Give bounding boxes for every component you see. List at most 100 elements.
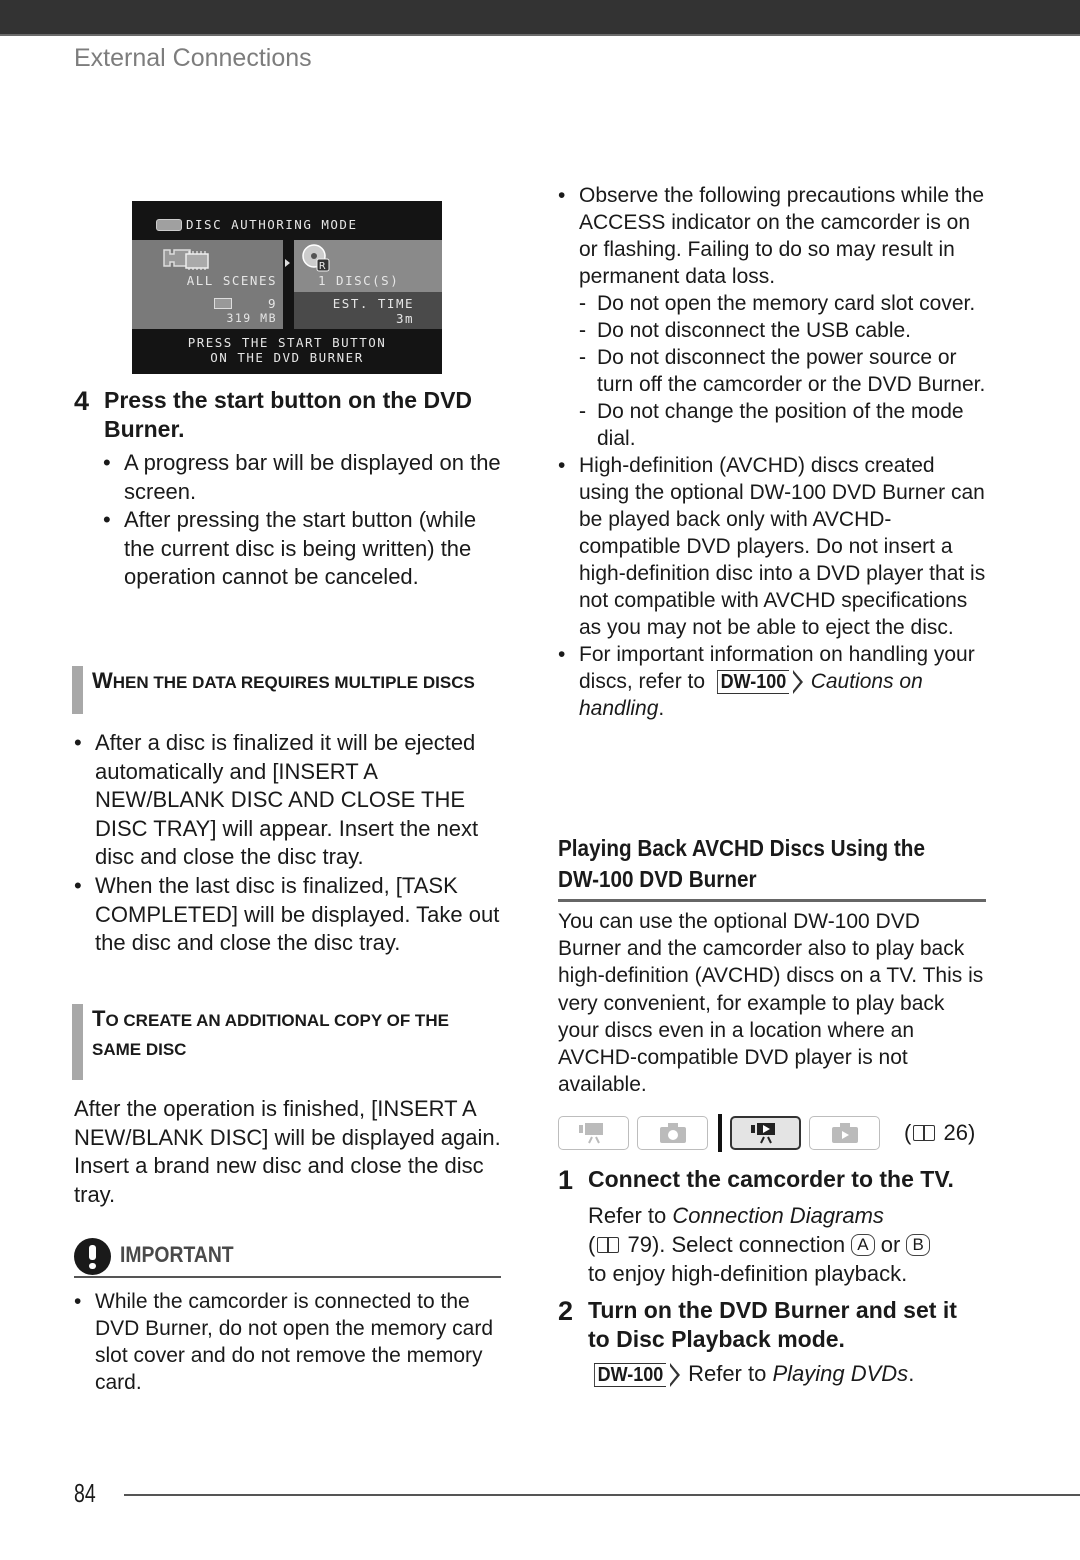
badge-label: DW-100 [716,670,789,695]
lcd-est-time-label: EST. TIME [332,296,414,311]
lcd-disc-count: 1 DISC(S) [318,273,400,288]
bullet-item: For important information on handling yo… [558,641,986,722]
precaution-item: -Do not disconnect the power source or t… [579,344,986,398]
dvd-r-disc-icon: R [302,244,330,272]
movie-playback-mode [730,1116,801,1150]
lcd-instruction-line2: ON THE DVD BURNER [210,350,364,365]
precaution-text: Do not disconnect the USB cable. [597,319,912,342]
lcd-source-label: ALL SCENES [186,273,277,288]
book-icon [597,1237,620,1253]
heading-line2: DW-100 DVD Burner [558,866,757,892]
photo-playback-mode [809,1116,880,1150]
photo-record-mode [637,1116,708,1150]
text: to enjoy high-definition playback. [588,1261,908,1286]
exclamation-icon [74,1238,111,1275]
page-number: 84 [74,1478,96,1508]
text: or [880,1232,901,1257]
badge-arrow-icon [791,670,803,695]
scene-icon [213,298,232,309]
additional-copy-body: After the operation is finished, [INSERT… [74,1096,501,1207]
page-ref-number: 26 [943,1120,968,1145]
step-4: 4 Press the start button on the DVD Burn… [74,386,472,444]
svg-text:R: R [319,261,327,272]
precautions-bullets: Observe the following precautions while … [558,182,986,722]
step-2: 2 Turn on the DVD Burner and set it to D… [558,1296,957,1354]
heading-line1: Playing Back AVCHD Discs Using the [558,835,925,861]
subheading-multiple-discs: WHEN THE DATA REQUIRES MULTIPLE DISCS [72,666,475,714]
dw-100-badge: DW-100 [713,670,803,695]
precaution-text: Do not disconnect the power source or tu… [597,346,986,396]
section-title: External Connections [74,44,312,72]
photo-play-icon [831,1123,858,1143]
step-title: Press the start button on the DVD Burner… [104,386,472,444]
subheading-additional-copy: TO CREATE AN ADDITIONAL COPY OF THE SAME… [72,1004,449,1080]
multiple-discs-bullets: After a disc is finalized it will be eje… [74,729,504,958]
lcd-data-size: 319 MB [226,311,277,325]
bullet-item: When the last disc is finalized, [TASK C… [74,872,504,958]
text: ). Select connection [651,1232,846,1257]
video-play-icon [750,1123,775,1144]
camcorder-memory-icon [163,249,209,270]
step-title-line2: to Disc Playback mode. [588,1326,845,1352]
top-banner [0,0,1080,36]
lcd-disc-panel: R 1 DISC(S) [294,240,442,292]
important-bullets: While the camcorder is connected to the … [74,1288,504,1396]
bullet-item: A progress bar will be displayed on the … [103,449,508,506]
book-icon [913,1125,936,1141]
step-1: 1 Connect the camcorder to the TV. [558,1165,954,1196]
heading-initial: W [92,668,113,693]
precaution-text: Do not open the memory card slot cover. [597,292,976,315]
heading-text: HEN THE DATA REQUIRES MULTIPLE DISCS [112,673,475,692]
badge-arrow-icon [668,1363,680,1388]
lcd-instruction-line1: PRESS THE START BUTTON [187,335,387,350]
lcd-instruction: PRESS THE START BUTTON ON THE DVD BURNER [132,335,442,365]
operating-modes: ( 26) [558,1114,975,1152]
bullet-item: After a disc is finalized it will be eje… [74,729,504,872]
precautions-intro: Observe the following precautions while … [579,184,985,288]
footer-rule [124,1494,1080,1496]
lcd-source-panel: ALL SCENES 9 319 MB [132,240,283,329]
step-title: Connect the camcorder to the TV. [588,1166,954,1192]
lcd-scene-count-row: 9 [213,296,277,311]
connection-a-badge: A [851,1234,875,1256]
camera-icon [659,1123,686,1143]
heading-initial: T [92,1006,106,1031]
step-number: 2 [558,1296,574,1326]
connection-diagrams-link: Connection Diagrams [672,1203,884,1228]
important-notice-header: IMPORTANT [74,1238,501,1278]
precaution-item: -Do not change the position of the mode … [579,398,986,452]
arrow-right-icon [285,259,290,267]
step-title: Turn on the DVD Burner and set it to Dis… [588,1296,957,1354]
section-heading-playback: Playing Back AVCHD Discs Using the DW-10… [558,833,986,902]
playing-dvds-link: Playing DVDs [772,1361,909,1386]
precaution-item: -Do not disconnect the USB cable. [579,317,986,344]
badge-label: DW-100 [593,1363,666,1388]
important-label: IMPORTANT [120,1242,234,1267]
mode-separator [718,1114,722,1152]
mode-page-reference: ( 26) [904,1120,976,1145]
precaution-item: -Do not open the memory card slot cover. [579,290,986,317]
step-title-line2: Burner. [104,416,185,442]
bullet-item: High-definition (AVCHD) discs created us… [558,452,986,641]
heading-text: O CREATE AN ADDITIONAL COPY OF THE [105,1011,449,1030]
precautions-list: -Do not open the memory card slot cover.… [579,290,986,452]
playback-intro: You can use the optional DW-100 DVD Burn… [558,910,984,1097]
lcd-title: DISC AUTHORING MODE [186,217,358,232]
text: Refer to [688,1361,767,1386]
lcd-est-time-value: 3m [395,311,414,326]
video-camera-icon [578,1123,603,1144]
step-4-bullets: A progress bar will be displayed on the … [103,449,508,592]
step-title-line1: Turn on the DVD Burner and set it [588,1297,957,1323]
step-2-body: DW-100 Refer to Playing DVDs. [588,1360,988,1389]
punctuation: . [658,697,665,720]
step-number: 4 [74,386,90,416]
lcd-scene-count: 9 [267,296,277,311]
bullet-item: While the camcorder is connected to the … [74,1288,504,1396]
lcd-header: DISC AUTHORING MODE [156,217,358,232]
step-1-body: Refer to Connection Diagrams ( 79). Sele… [588,1201,988,1288]
step-number: 1 [558,1165,574,1195]
lcd-screen-illustration: DISC AUTHORING MODE ALL SCENES 9 319 MB … [132,201,442,374]
step-title-line1: Press the start button on the DVD [104,387,473,413]
dw-100-badge: DW-100 [590,1363,680,1388]
precaution-text: Do not change the position of the mode d… [597,400,964,450]
